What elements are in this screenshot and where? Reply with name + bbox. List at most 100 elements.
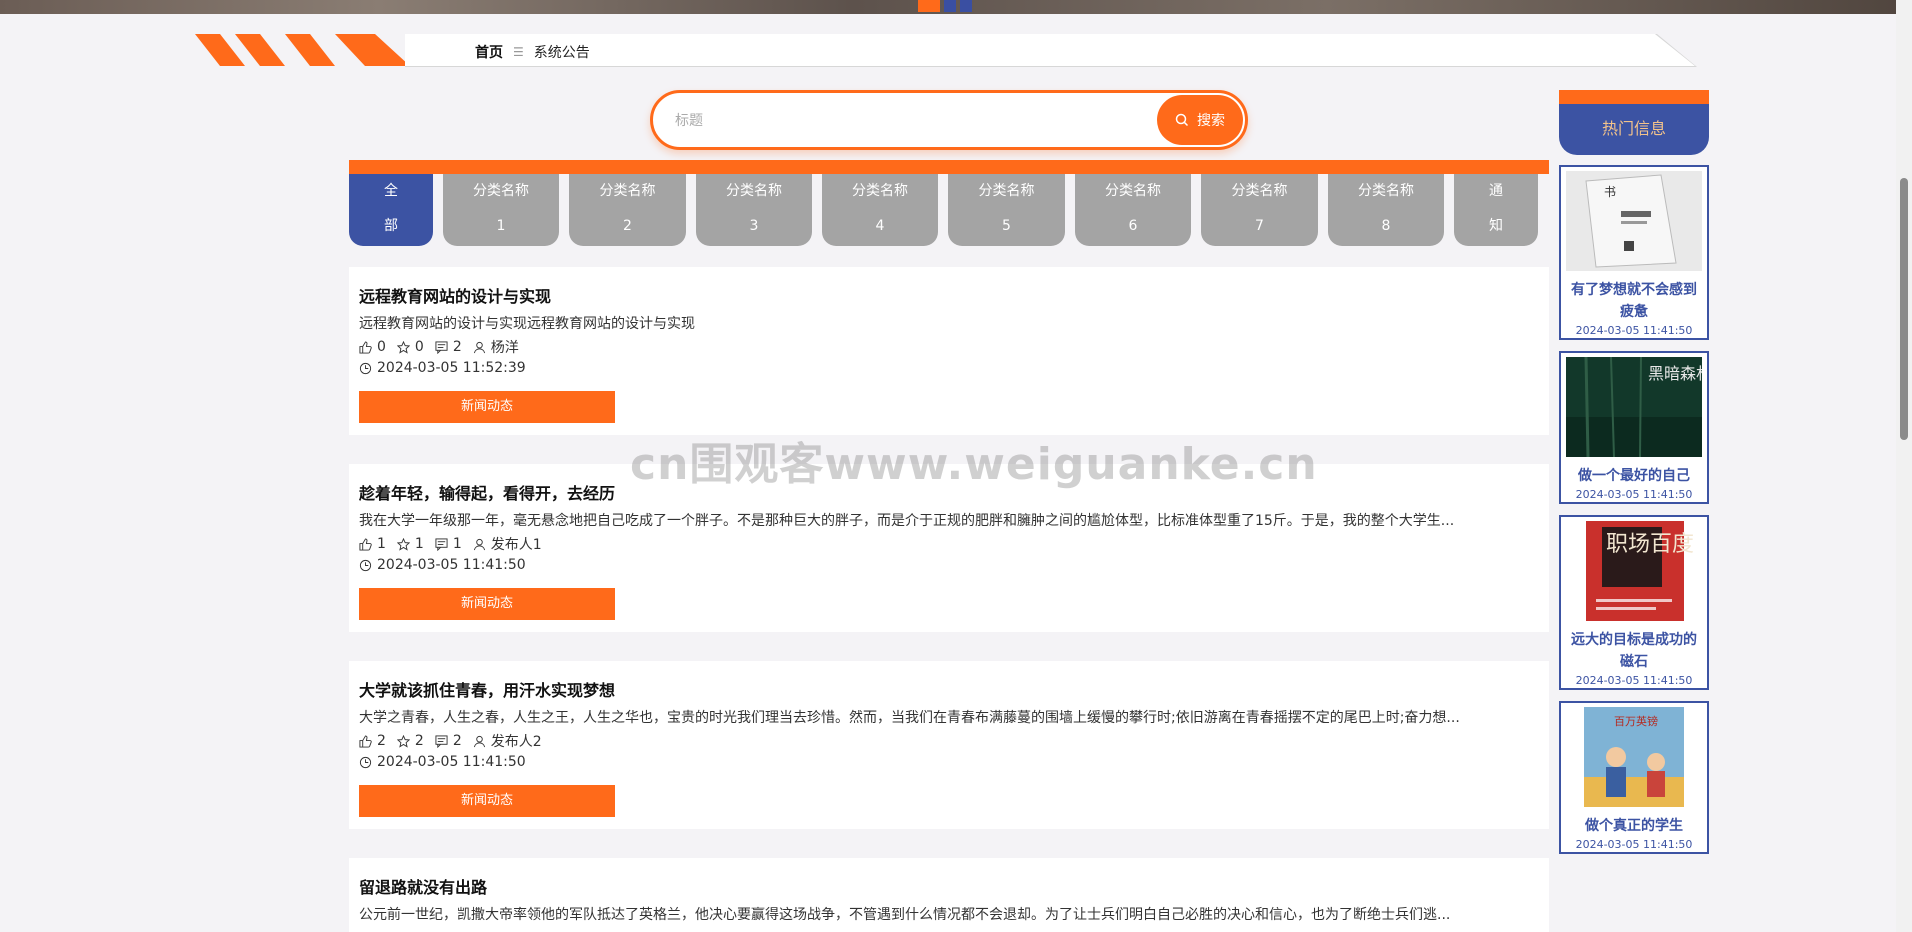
category-tag-button[interactable]: 新闻动态	[359, 588, 615, 620]
article-card[interactable]: 大学就该抓住青春，用汗水实现梦想 大学之青春，人生之春，人生之王，人生之华也，宝…	[349, 661, 1549, 829]
clock-icon	[359, 756, 372, 768]
stripe-decoration	[195, 34, 410, 66]
banner-pagination[interactable]	[918, 0, 972, 12]
hot-item[interactable]: 百万英镑 做个真正的学生 2024-03-05 11:41:50	[1559, 701, 1709, 854]
hot-item-date: 2024-03-05 11:41:50	[1575, 838, 1693, 851]
category-tab[interactable]: 分类名称 3	[696, 174, 812, 246]
article-meta: 0 0 2 杨洋	[359, 337, 519, 357]
category-top-line	[349, 160, 1549, 174]
svg-text:书: 书	[1604, 185, 1616, 199]
breadcrumb-bar: 首页 ☰ 系统公告	[195, 34, 1697, 67]
article-meta: 2 2 2 发布人2	[359, 731, 542, 751]
search-input[interactable]	[675, 109, 1055, 133]
category-tab-all[interactable]: 全 部	[349, 174, 433, 246]
hot-item-cover-title: 黑暗森林	[1648, 364, 1702, 383]
user-icon	[473, 735, 485, 747]
hot-item-date: 2024-03-05 11:41:50	[1575, 674, 1693, 687]
hot-item-date: 2024-03-05 11:41:50	[1575, 324, 1693, 337]
breadcrumb-current: 系统公告	[533, 45, 590, 61]
banner-strip	[0, 0, 1896, 14]
article-desc: 公元前一世纪，凯撒大帝率领他的军队抵达了英格兰，他决心要赢得这场战争，不管遇到什…	[359, 907, 1451, 923]
hot-item-title[interactable]: 远大的目标是成功的磁石	[1561, 625, 1707, 673]
like-count: 2	[377, 733, 386, 749]
hot-item[interactable]: 书 有了梦想就不会感到疲惫 2024-03-05 11:41:50	[1559, 165, 1709, 340]
thumbs-up-icon	[359, 734, 372, 748]
category-tab[interactable]: 分类名称 1	[443, 174, 559, 246]
article-title[interactable]: 远程教育网站的设计与实现	[359, 283, 551, 307]
search-icon	[1175, 113, 1189, 127]
like-count: 0	[377, 339, 386, 355]
comment-icon	[435, 537, 448, 551]
hot-item-cover-title: 职场百度	[1606, 532, 1694, 557]
article-title[interactable]: 趁着年轻，输得起，看得开，去经历	[359, 480, 615, 504]
breadcrumb-home[interactable]: 首页	[475, 42, 503, 62]
hot-item[interactable]: 职场百度 远大的目标是成功的磁石 2024-03-05 11:41:50	[1559, 515, 1709, 690]
hot-info-header: 热门信息	[1559, 90, 1709, 155]
article-desc: 大学之青春，人生之春，人生之王，人生之华也，宝贵的时光我们理当去珍惜。然而，当我…	[359, 710, 1460, 726]
comment-icon	[435, 340, 448, 354]
time-value: 2024-03-05 11:52:39	[377, 360, 526, 376]
article-time: 2024-03-05 11:41:50	[359, 557, 526, 573]
hot-item-cover-title: 百万英镑	[1614, 714, 1658, 728]
hot-item[interactable]: 黑暗森林 做一个最好的自己 2024-03-05 11:41:50	[1559, 351, 1712, 504]
breadcrumb-separator-icon: ☰	[513, 45, 524, 59]
user-icon	[473, 538, 485, 550]
like-count: 1	[377, 536, 386, 552]
clock-icon	[359, 559, 372, 571]
banner-dot[interactable]	[960, 0, 972, 12]
hot-item-cover[interactable]: 黑暗森林	[1566, 356, 1712, 458]
time-value: 2024-03-05 11:41:50	[377, 754, 526, 770]
time-value: 2024-03-05 11:41:50	[377, 557, 526, 573]
article-title[interactable]: 留退路就没有出路	[359, 874, 487, 898]
category-tab[interactable]: 分类名称 6	[1075, 174, 1191, 246]
category-tab[interactable]: 分类名称 2	[569, 174, 686, 246]
thumbs-up-icon	[359, 340, 372, 354]
category-tab[interactable]: 分类名称 8	[1328, 174, 1444, 246]
star-icon	[396, 340, 410, 354]
clock-icon	[359, 362, 372, 374]
breadcrumb: 首页 ☰ 系统公告	[475, 42, 590, 62]
category-tab[interactable]: 分类名称 7	[1201, 174, 1318, 246]
author: 发布人2	[490, 734, 542, 750]
category-tabs: 全 部 分类名称 1 分类名称 2 分类名称 3 分类名称 4 分类名称 5 分…	[349, 174, 1549, 246]
article-title[interactable]: 大学就该抓住青春，用汗水实现梦想	[359, 677, 615, 701]
hot-item-title[interactable]: 有了梦想就不会感到疲惫	[1561, 275, 1707, 323]
banner-dot-active[interactable]	[918, 0, 940, 12]
search-button[interactable]: 搜索	[1157, 95, 1243, 145]
comment-count: 1	[452, 536, 462, 552]
star-count: 1	[414, 536, 424, 552]
category-tab-notice[interactable]: 通 知	[1454, 174, 1538, 246]
hot-item-title[interactable]: 做个真正的学生	[1561, 811, 1707, 837]
category-tab[interactable]: 分类名称 4	[822, 174, 938, 246]
search-box: 搜索	[650, 90, 1248, 150]
article-time: 2024-03-05 11:41:50	[359, 754, 526, 770]
article-card[interactable]: 远程教育网站的设计与实现 远程教育网站的设计与实现远程教育网站的设计与实现 0 …	[349, 267, 1549, 435]
category-tag-button[interactable]: 新闻动态	[359, 785, 615, 817]
article-desc: 远程教育网站的设计与实现远程教育网站的设计与实现	[359, 316, 695, 332]
scrollbar-thumb[interactable]	[1900, 178, 1908, 440]
hot-item-date: 2024-03-05 11:41:50	[1575, 488, 1693, 501]
comment-count: 2	[452, 733, 462, 749]
hot-item-cover[interactable]: 百万英镑	[1566, 707, 1702, 807]
author: 发布人1	[490, 537, 542, 553]
category-tag-button[interactable]: 新闻动态	[359, 391, 615, 423]
star-icon	[396, 734, 410, 748]
user-icon	[473, 341, 485, 353]
scrollbar[interactable]	[1896, 0, 1912, 932]
watermark: cn围观客www.weiguanke.cn	[630, 439, 1318, 490]
hot-item-cover[interactable]: 职场百度	[1566, 521, 1702, 621]
star-icon	[396, 537, 410, 551]
hot-item-cover[interactable]: 书	[1566, 171, 1702, 271]
article-desc: 我在大学一年级那一年，毫无悬念地把自己吃成了一个胖子。不是那种巨大的胖子，而是介…	[359, 513, 1455, 529]
banner-dot[interactable]	[944, 0, 956, 12]
article-time: 2024-03-05 11:52:39	[359, 360, 526, 376]
search-button-label: 搜索	[1197, 113, 1225, 129]
category-tab[interactable]: 分类名称 5	[948, 174, 1065, 246]
article-card[interactable]: 留退路就没有出路 公元前一世纪，凯撒大帝率领他的军队抵达了英格兰，他决心要赢得这…	[349, 858, 1549, 932]
star-count: 2	[414, 733, 424, 749]
article-meta: 1 1 1 发布人1	[359, 534, 542, 554]
hot-item-title[interactable]: 做一个最好的自己	[1561, 461, 1707, 487]
thumbs-up-icon	[359, 537, 372, 551]
comment-icon	[435, 734, 448, 748]
star-count: 0	[414, 339, 424, 355]
